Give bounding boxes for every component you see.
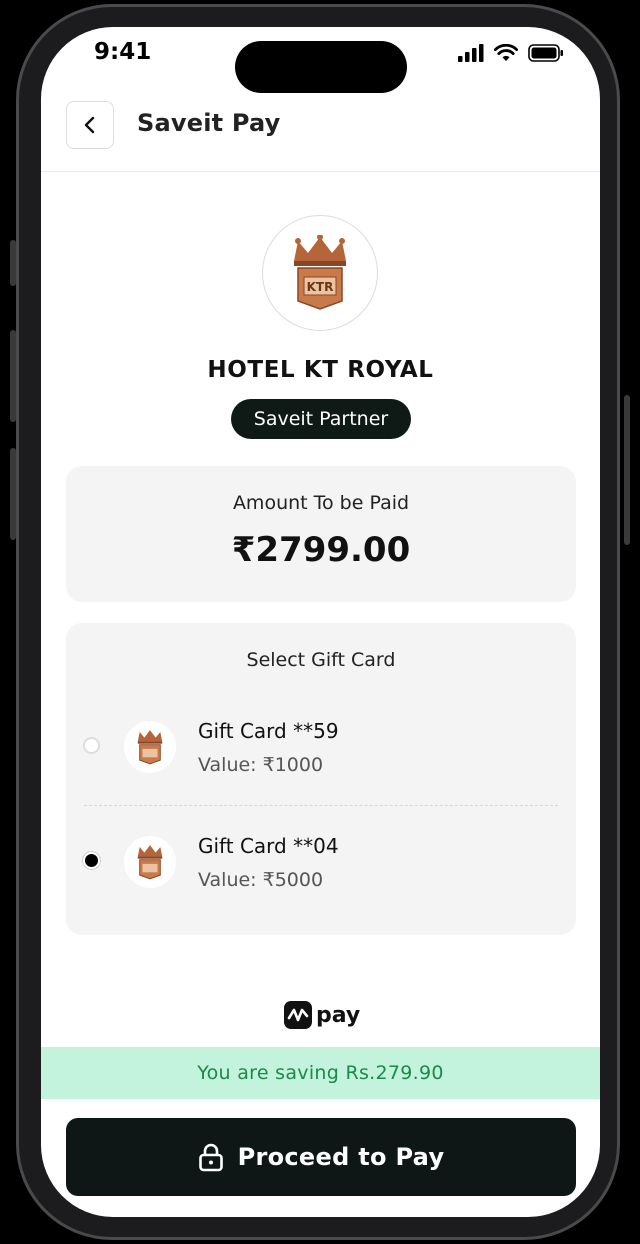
gift-card-logo xyxy=(124,721,176,773)
battery-icon xyxy=(528,44,563,62)
merchant-name: HOTEL KT ROYAL xyxy=(207,357,434,383)
partner-badge: Saveit Partner xyxy=(231,399,411,439)
amount-value: ₹2799.00 xyxy=(231,530,411,570)
wifi-icon xyxy=(494,44,518,61)
gift-card-option[interactable]: Gift Card **59 Value: ₹1000 xyxy=(66,701,576,791)
lock-icon xyxy=(198,1143,223,1172)
proceed-to-pay-label: Proceed to Pay xyxy=(237,1143,445,1171)
hotel-crown-logo-icon xyxy=(137,845,163,880)
gift-card-panel-title: Select Gift Card xyxy=(246,649,396,671)
hotel-crown-logo-icon: KTR xyxy=(294,235,346,310)
status-bar: 9:41 xyxy=(41,27,600,97)
gift-card-radio-selected[interactable] xyxy=(83,852,100,869)
pay-brand-logo: pay xyxy=(284,1001,360,1029)
app-screen: 9:41 Saveit Pay KTR HOTEL KT ROYAL Savei… xyxy=(41,27,600,1217)
merchant-logo-text: KTR xyxy=(307,280,334,294)
volume-up-button xyxy=(10,330,16,422)
dynamic-island xyxy=(235,41,407,93)
pay-wave-icon xyxy=(284,1001,312,1029)
gift-card-name: Gift Card **59 xyxy=(198,719,339,743)
gift-card-panel: Select Gift Card Gift Card **59 Value: ₹… xyxy=(66,623,576,935)
amount-card: Amount To be Paid ₹2799.00 xyxy=(66,466,576,602)
amount-label: Amount To be Paid xyxy=(232,492,410,514)
pay-brand-label: pay xyxy=(316,1002,361,1028)
power-button xyxy=(624,395,630,545)
back-button[interactable] xyxy=(66,101,114,149)
page-title: Saveit Pay xyxy=(137,109,281,137)
gift-card-radio[interactable] xyxy=(83,737,100,754)
action-button xyxy=(10,240,16,286)
gift-card-value: Value: ₹1000 xyxy=(198,754,324,776)
gift-card-value: Value: ₹5000 xyxy=(198,869,324,891)
status-time: 9:41 xyxy=(94,39,152,65)
status-icons xyxy=(458,41,564,65)
savings-banner: You are saving Rs.279.90 xyxy=(41,1047,600,1099)
volume-down-button xyxy=(10,448,16,540)
proceed-to-pay-button[interactable]: Proceed to Pay xyxy=(66,1118,576,1196)
app-header: Saveit Pay xyxy=(41,97,600,172)
gift-card-option[interactable]: Gift Card **04 Value: ₹5000 xyxy=(66,816,576,906)
merchant-logo: KTR xyxy=(262,215,378,331)
gift-card-logo xyxy=(124,836,176,888)
cellular-signal-icon xyxy=(458,44,484,62)
gift-card-name: Gift Card **04 xyxy=(198,834,339,858)
hotel-crown-logo-icon xyxy=(137,730,163,765)
row-divider xyxy=(84,805,558,806)
chevron-left-icon xyxy=(84,116,95,134)
